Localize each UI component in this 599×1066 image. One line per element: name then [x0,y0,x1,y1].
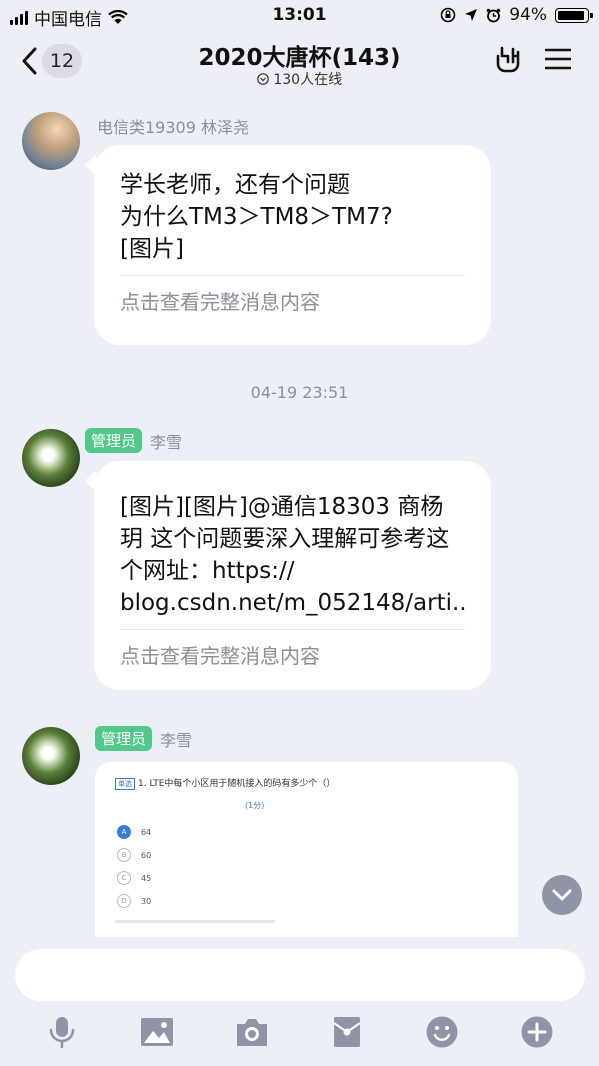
option-value: 30 [141,896,152,906]
hand-gesture-icon[interactable] [493,44,523,74]
location-icon [465,9,478,21]
message-timestamp: 04-19 23:51 [250,383,349,402]
message-bubble[interactable]: 学长老师，还有个问题 为什么TM3＞TM8＞TM7? [图片] 点击查看完整消息… [94,145,491,345]
sender-name: 李雪 [160,730,193,750]
option-letter: A [117,825,131,839]
quiz-option: D 30 [117,894,151,908]
quiz-question: 单选 1. LTE中每个小区用于随机接入的码有多少个（） [115,776,335,790]
option-value: 60 [141,850,152,860]
sender-name: 电信类19309 林泽尧 [97,118,249,137]
battery-percent: 94% [509,5,547,25]
admin-badge: 管理员 [95,726,153,751]
divider [120,275,465,276]
view-full-message-link[interactable]: 点击查看完整消息内容 [120,286,465,315]
scroll-to-bottom-button[interactable] [542,875,582,915]
emoji-icon[interactable] [425,1015,459,1049]
option-letter: B [117,848,131,862]
alarm-icon [486,8,501,22]
message-input[interactable] [15,949,585,1001]
option-letter: D [117,894,131,908]
mic-icon[interactable] [45,1015,79,1049]
composer [0,937,599,1066]
option-value: 64 [141,827,152,837]
option-letter: C [117,871,131,885]
status-bar: 中国电信 13:01 94% [0,0,599,30]
plus-icon[interactable] [520,1015,554,1049]
orientation-lock-icon [440,7,456,23]
option-value: 45 [141,873,152,883]
online-count: 130人在线 [273,72,343,88]
avatar[interactable] [22,727,80,785]
quiz-option: B 60 [117,848,151,862]
sender-line: 管理员 李雪 [95,726,192,751]
quiz-option: A 64 [117,825,151,839]
red-packet-icon[interactable] [330,1015,364,1049]
question-score: (1分) [245,801,265,810]
battery-icon [555,7,593,23]
message-bubble[interactable]: [图片][图片]@通信18303 商杨玥 这个问题要深入理解可参考这个网址：ht… [94,461,491,690]
avatar[interactable] [22,112,80,170]
message-text: 学长老师，还有个问题 为什么TM3＞TM8＞TM7? [图片] [120,172,393,262]
question-type-tag: 单选 [115,778,135,790]
quiz-option: C 45 [117,871,151,885]
camera-icon[interactable] [235,1015,269,1049]
avatar[interactable] [22,429,80,487]
chevron-down-icon [552,889,572,901]
message-text: [图片][图片]@通信18303 商杨玥 这个问题要深入理解可参考这个网址：ht… [120,494,465,616]
view-full-message-link[interactable]: 点击查看完整消息内容 [120,640,465,669]
image-divider [115,920,275,923]
sender-name: 李雪 [150,432,183,452]
menu-icon[interactable] [545,48,571,70]
admin-badge: 管理员 [85,428,143,453]
question-text: 1. LTE中每个小区用于随机接入的码有多少个（） [138,779,336,789]
chevron-down-circle-icon [257,73,269,85]
divider [120,629,465,630]
chat-header: 12 2020大唐杯(143) 130人在线 [0,30,599,94]
sender-line: 管理员 李雪 [85,428,182,453]
image-icon[interactable] [140,1015,174,1049]
image-message[interactable]: 单选 1. LTE中每个小区用于随机接入的码有多少个（） (1分) A 64 B … [95,762,518,942]
